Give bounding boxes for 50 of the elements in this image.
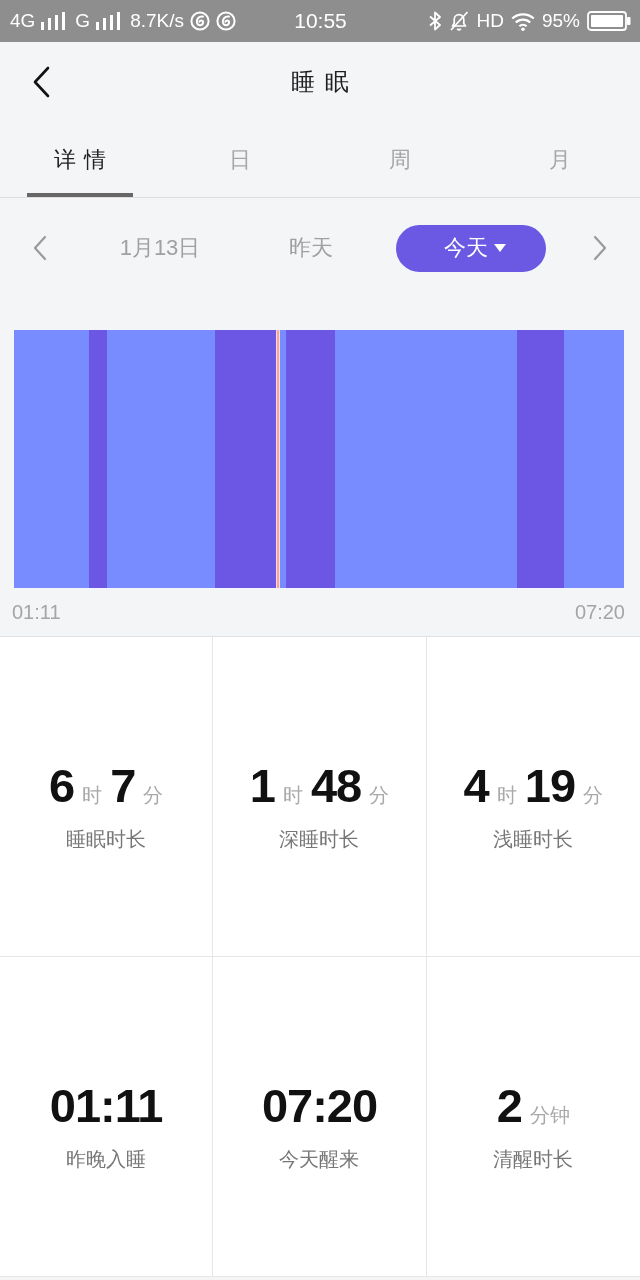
stat-label: 睡眠时长 — [66, 827, 147, 852]
bluetooth-icon — [428, 11, 441, 31]
stat-value: 07:20 — [261, 1082, 378, 1129]
stat-value: 4 — [463, 762, 489, 809]
tab[interactable]: 周 — [362, 122, 438, 197]
tab[interactable]: 月 — [522, 122, 598, 197]
caret-down-icon — [494, 244, 506, 252]
swirl-icon — [216, 11, 236, 31]
swirl-icon — [190, 11, 210, 31]
stat-value: 2 — [496, 1082, 522, 1129]
chevron-right-icon[interactable] — [593, 235, 607, 261]
stat-unit: 分 — [369, 783, 390, 808]
tab[interactable]: 详情 — [27, 122, 133, 197]
stat-label: 昨晚入睡 — [66, 1147, 147, 1172]
stat-label: 深睡时长 — [279, 827, 360, 852]
stat-value: 6 — [49, 762, 75, 809]
network-type-label: G — [75, 10, 91, 32]
stat-unit: 分 — [583, 783, 604, 808]
page-title: 睡眠 — [290, 67, 359, 97]
stat-value: 1 — [249, 762, 275, 809]
date-button[interactable]: 1月13日 — [119, 233, 201, 263]
date-button[interactable]: 昨天 — [289, 233, 333, 263]
stat-value: 48 — [310, 762, 362, 809]
battery-icon — [587, 11, 631, 31]
stat-label: 清醒时长 — [493, 1147, 574, 1172]
signal-bars-icon — [41, 12, 66, 30]
signal-bars-icon — [96, 12, 121, 30]
network-type-label: 4G — [10, 10, 36, 32]
date-button[interactable]: 今天 — [396, 224, 546, 272]
muted-bell-icon — [447, 10, 470, 32]
stat-unit: 分 — [143, 783, 164, 808]
stat-value: 01:11 — [49, 1082, 163, 1129]
hd-label: HD — [476, 10, 504, 32]
tab[interactable]: 日 — [202, 122, 278, 197]
stat-unit: 时 — [82, 783, 103, 808]
stat-value: 7 — [110, 762, 136, 809]
stat-unit: 分钟 — [529, 1103, 570, 1128]
stat-label: 浅睡时长 — [493, 827, 574, 852]
end-time-label: 07:20 — [574, 600, 625, 625]
data-speed-label: 8.7K/s — [130, 10, 184, 32]
stat-value: 19 — [524, 762, 576, 809]
chevron-left-icon[interactable] — [33, 235, 47, 261]
wifi-icon — [510, 11, 535, 31]
battery-percent-label: 95% — [541, 10, 580, 32]
stat-unit: 时 — [282, 783, 303, 808]
back-icon[interactable] — [32, 66, 50, 98]
start-time-label: 01:11 — [12, 600, 61, 625]
clock-time: 10:55 — [294, 9, 347, 33]
stat-unit: 时 — [496, 783, 517, 808]
stat-label: 今天醒来 — [279, 1147, 360, 1172]
